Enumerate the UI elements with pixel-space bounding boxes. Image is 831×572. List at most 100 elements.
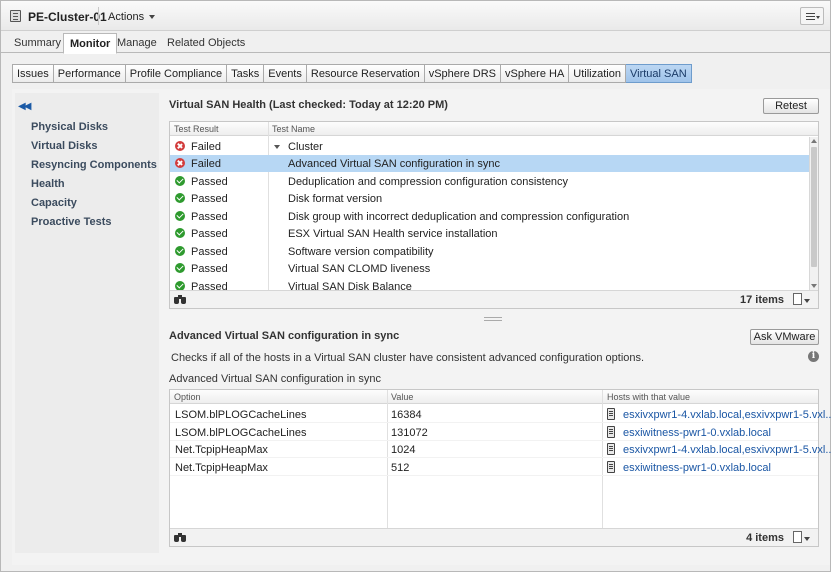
table-row[interactable]: Passed Software version compatibility xyxy=(170,243,818,260)
option-name: Net.TcpipHeapMax xyxy=(175,462,268,474)
ask-vmware-button[interactable]: Ask VMware xyxy=(750,329,819,345)
subtab-issues[interactable]: Issues xyxy=(12,64,54,83)
scroll-down-icon[interactable] xyxy=(811,284,817,288)
pane-splitter[interactable] xyxy=(484,317,502,321)
host-icon xyxy=(607,426,615,438)
test-name: Disk group with incorrect deduplication … xyxy=(288,211,630,223)
binoculars-icon[interactable] xyxy=(174,295,186,304)
nav-virtual-disks[interactable]: Virtual Disks xyxy=(31,140,97,152)
passed-icon xyxy=(175,176,185,186)
test-name: Virtual SAN Disk Balance xyxy=(288,281,412,290)
config-grid-header: Option Value Hosts with that value xyxy=(170,390,818,404)
hosts-link[interactable]: esxivxpwr1-4.vxlab.local,esxivxpwr1-5.vx… xyxy=(623,409,831,421)
test-name: Disk format version xyxy=(288,193,383,205)
health-grid-footer: 17 items xyxy=(170,290,818,308)
col-test-name[interactable]: Test Name xyxy=(272,124,315,134)
info-icon[interactable]: i xyxy=(808,351,819,362)
subtab-vsphere-drs[interactable]: vSphere DRS xyxy=(424,64,501,83)
option-value: 16384 xyxy=(391,409,422,421)
failed-icon xyxy=(175,141,185,151)
subtab-profile-compliance[interactable]: Profile Compliance xyxy=(125,64,228,83)
cluster-icon xyxy=(10,10,21,22)
scroll-up-icon[interactable] xyxy=(811,139,817,143)
col-hosts[interactable]: Hosts with that value xyxy=(607,392,690,402)
subtab-resource-reservation[interactable]: Resource Reservation xyxy=(306,64,425,83)
table-row[interactable]: LSOM.blPLOGCacheLines 131072 esxiwitness… xyxy=(170,424,818,441)
scroll-thumb[interactable] xyxy=(811,147,817,267)
health-title: Virtual SAN Health (Last checked: Today … xyxy=(169,99,448,111)
expand-arrow-icon[interactable] xyxy=(274,145,280,149)
subtab-events[interactable]: Events xyxy=(264,64,307,83)
subtab-utilization[interactable]: Utilization xyxy=(569,64,626,83)
detail-title: Advanced Virtual SAN configuration in sy… xyxy=(169,330,400,342)
table-row[interactable]: Passed Disk format version xyxy=(170,190,818,207)
header-divider xyxy=(98,7,99,25)
test-result: Passed xyxy=(191,281,228,290)
table-row[interactable]: LSOM.blPLOGCacheLines 16384 esxivxpwr1-4… xyxy=(170,406,831,423)
tab-monitor[interactable]: Monitor xyxy=(63,33,118,54)
table-row[interactable]: Net.TcpipHeapMax 512 esxiwitness-pwr1-0.… xyxy=(170,459,818,476)
col-value[interactable]: Value xyxy=(391,392,413,402)
option-name: LSOM.blPLOGCacheLines xyxy=(175,409,307,421)
left-nav: ◀◀ Physical Disks Virtual Disks Resyncin… xyxy=(15,93,159,553)
table-row[interactable]: Passed Virtual SAN CLOMD liveness xyxy=(170,260,818,277)
nav-capacity[interactable]: Capacity xyxy=(31,197,77,209)
test-result: Passed xyxy=(191,211,228,223)
actions-menu[interactable]: Actions xyxy=(108,11,155,23)
export-icon[interactable] xyxy=(793,531,810,543)
item-count: 17 items xyxy=(739,294,784,306)
col-option[interactable]: Option xyxy=(174,392,201,402)
table-row[interactable]: Net.TcpipHeapMax 1024 esxivxpwr1-4.vxlab… xyxy=(170,441,831,458)
passed-icon xyxy=(175,193,185,203)
subtab-virtual-san[interactable]: Virtual SAN xyxy=(625,64,692,83)
option-name: LSOM.blPLOGCacheLines xyxy=(175,427,307,439)
failed-icon xyxy=(175,158,185,168)
test-result: Passed xyxy=(191,176,228,188)
table-row-selected[interactable]: Failed Advanced Virtual SAN configuratio… xyxy=(170,155,818,172)
hosts-link[interactable]: esxiwitness-pwr1-0.vxlab.local xyxy=(623,462,771,474)
subtab-vsphere-ha[interactable]: vSphere HA xyxy=(500,64,570,83)
vertical-scrollbar[interactable] xyxy=(809,137,818,290)
table-row[interactable]: Passed Virtual SAN Disk Balance xyxy=(170,278,818,290)
nav-physical-disks[interactable]: Physical Disks xyxy=(31,121,108,133)
passed-icon xyxy=(175,246,185,256)
chevron-down-icon xyxy=(816,16,820,19)
test-result: Passed xyxy=(191,228,228,240)
object-header: PE-Cluster-01 Actions xyxy=(1,1,830,31)
host-icon xyxy=(607,461,615,473)
test-name: Advanced Virtual SAN configuration in sy… xyxy=(288,158,500,170)
content-panel: ◀◀ Physical Disks Virtual Disks Resyncin… xyxy=(12,89,831,565)
nav-proactive-tests[interactable]: Proactive Tests xyxy=(31,216,112,228)
export-icon[interactable] xyxy=(793,293,810,305)
subtab-performance[interactable]: Performance xyxy=(53,64,126,83)
config-options-grid: Option Value Hosts with that value LSOM.… xyxy=(169,389,831,547)
host-icon xyxy=(607,408,615,420)
main-tabs: Summary Monitor Manage Related Objects xyxy=(1,31,830,54)
binoculars-icon[interactable] xyxy=(174,533,186,542)
retest-button[interactable]: Retest xyxy=(763,98,819,114)
subtab-tasks[interactable]: Tasks xyxy=(227,64,265,83)
passed-icon xyxy=(175,211,185,221)
tab-related-objects[interactable]: Related Objects xyxy=(161,34,251,53)
hosts-link[interactable]: esxiwitness-pwr1-0.vxlab.local xyxy=(623,427,771,439)
config-grid-footer: 4 items xyxy=(170,528,818,546)
test-result: Passed xyxy=(191,193,228,205)
passed-icon xyxy=(175,281,185,290)
table-row[interactable]: Failed Cluster xyxy=(170,138,818,155)
col-test-result[interactable]: Test Result xyxy=(174,124,219,134)
tab-manage[interactable]: Manage xyxy=(111,34,163,53)
table-row[interactable]: Passed ESX Virtual SAN Health service in… xyxy=(170,225,818,242)
collapse-nav-icon[interactable]: ◀◀ xyxy=(18,101,31,112)
tab-summary[interactable]: Summary xyxy=(8,34,67,53)
hosts-link[interactable]: esxivxpwr1-4.vxlab.local,esxivxpwr1-5.vx… xyxy=(623,444,831,456)
test-name: Cluster xyxy=(288,141,323,153)
test-result: Failed xyxy=(191,158,221,170)
table-row[interactable]: Passed Disk group with incorrect dedupli… xyxy=(170,208,818,225)
health-test-grid: Test Result Test Name Failed Cluster Fai… xyxy=(169,121,819,309)
global-menu-button[interactable] xyxy=(800,7,824,25)
nav-resyncing-components[interactable]: Resyncing Components xyxy=(31,159,157,171)
test-result: Failed xyxy=(191,141,221,153)
table-row[interactable]: Passed Deduplication and compression con… xyxy=(170,173,818,190)
nav-health[interactable]: Health xyxy=(31,178,65,190)
window-frame: PE-Cluster-01 Actions Summary Monitor Ma… xyxy=(0,0,831,572)
